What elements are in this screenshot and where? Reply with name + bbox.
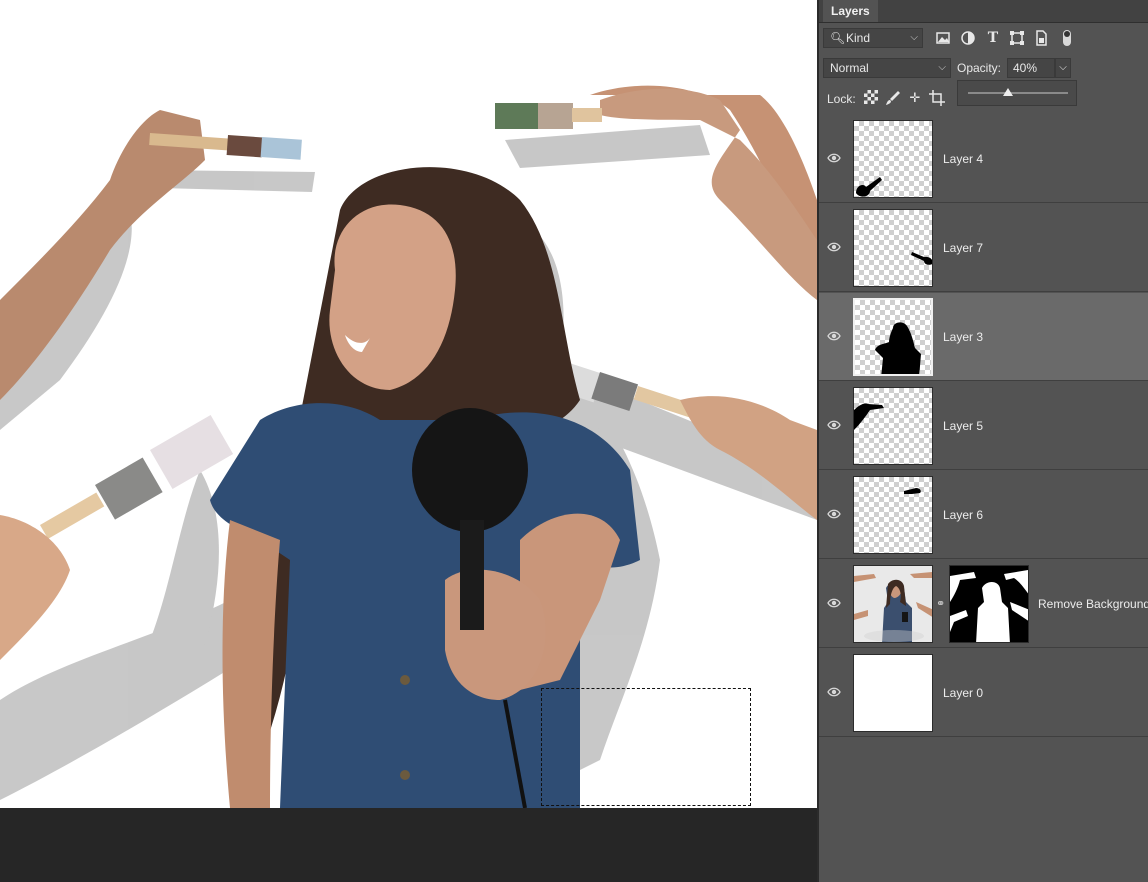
layer-row-layer-3[interactable]: Layer 3 [819, 293, 1148, 381]
layer-thumbnail [853, 654, 933, 732]
opacity-slider-toggle[interactable]: ⌵ [1055, 58, 1071, 78]
lock-position-icon[interactable]: ✛ [907, 90, 923, 106]
link-icon[interactable]: ⚭ [936, 597, 945, 610]
layer-row-remove-background[interactable]: ⚭ Remove Background [819, 560, 1148, 648]
search-icon: 🔍︎ [830, 31, 846, 45]
shape-filter-icon[interactable] [1009, 30, 1025, 46]
selection-marquee[interactable] [541, 688, 751, 806]
lock-label: Lock: [827, 92, 856, 106]
layer-name: Remove Background [1038, 597, 1148, 611]
eye-icon[interactable] [827, 596, 841, 610]
opacity-input[interactable]: 40% [1007, 58, 1055, 78]
layer-name: Layer 3 [943, 330, 984, 344]
opacity-slider-popup[interactable] [957, 80, 1077, 106]
type-filter-icon[interactable]: T [985, 30, 1001, 46]
layer-row-layer-6[interactable]: Layer 6 [819, 471, 1148, 559]
opacity-slider-track[interactable] [968, 92, 1068, 94]
layer-thumbnail [853, 298, 933, 376]
blend-mode-dropdown[interactable]: Normal ⌵ [823, 58, 951, 78]
eye-icon[interactable] [827, 685, 841, 699]
chevron-down-icon: ⌵ [910, 32, 918, 43]
filter-toggle-switch[interactable] [1063, 30, 1071, 46]
adjustment-filter-icon[interactable] [960, 30, 976, 46]
layers-panel: Layers 🔍︎ Kind ⌵ T Normal ⌵ Opacity: 40%… [817, 0, 1148, 882]
filter-kind-value: Kind [846, 31, 871, 45]
canvas-artwork [0, 85, 817, 808]
layer-row-layer-4[interactable]: Layer 4 [819, 115, 1148, 203]
filter-kind-dropdown[interactable]: 🔍︎ Kind ⌵ [823, 28, 923, 48]
eye-icon[interactable] [827, 418, 841, 432]
layer-thumbnail [853, 120, 933, 198]
layer-mask-thumbnail[interactable] [949, 565, 1029, 643]
opacity-slider-thumb[interactable] [1003, 88, 1013, 96]
eye-icon[interactable] [827, 329, 841, 343]
layer-row-layer-0[interactable]: Layer 0 [819, 649, 1148, 737]
lock-transparency-icon[interactable] [863, 90, 879, 106]
eye-icon[interactable] [827, 507, 841, 521]
document-canvas[interactable] [0, 0, 817, 808]
layer-name: Layer 4 [943, 152, 984, 166]
layer-thumbnail [853, 476, 933, 554]
eye-icon[interactable] [827, 240, 841, 254]
canvas-workspace[interactable] [0, 0, 817, 882]
lock-artboard-icon[interactable] [929, 90, 945, 106]
smart-object-filter-icon[interactable] [1033, 30, 1049, 46]
layer-thumbnail [853, 387, 933, 465]
panel-tab-bar: Layers [819, 0, 1148, 23]
layer-name: Layer 0 [943, 686, 984, 700]
layer-thumbnail [853, 565, 933, 643]
opacity-label: Opacity: [957, 61, 1002, 75]
blend-mode-value: Normal [830, 61, 869, 75]
image-filter-icon[interactable] [935, 30, 951, 46]
eye-icon[interactable] [827, 151, 841, 165]
chevron-down-icon: ⌵ [938, 62, 946, 73]
layer-row-layer-7[interactable]: Layer 7 [819, 204, 1148, 292]
layer-name: Layer 7 [943, 241, 984, 255]
lock-paint-icon[interactable] [885, 90, 901, 106]
layer-thumbnail [853, 209, 933, 287]
layer-name: Layer 5 [943, 419, 984, 433]
layer-row-layer-5[interactable]: Layer 5 [819, 382, 1148, 470]
tab-layers[interactable]: Layers [823, 0, 878, 22]
layer-name: Layer 6 [943, 508, 984, 522]
